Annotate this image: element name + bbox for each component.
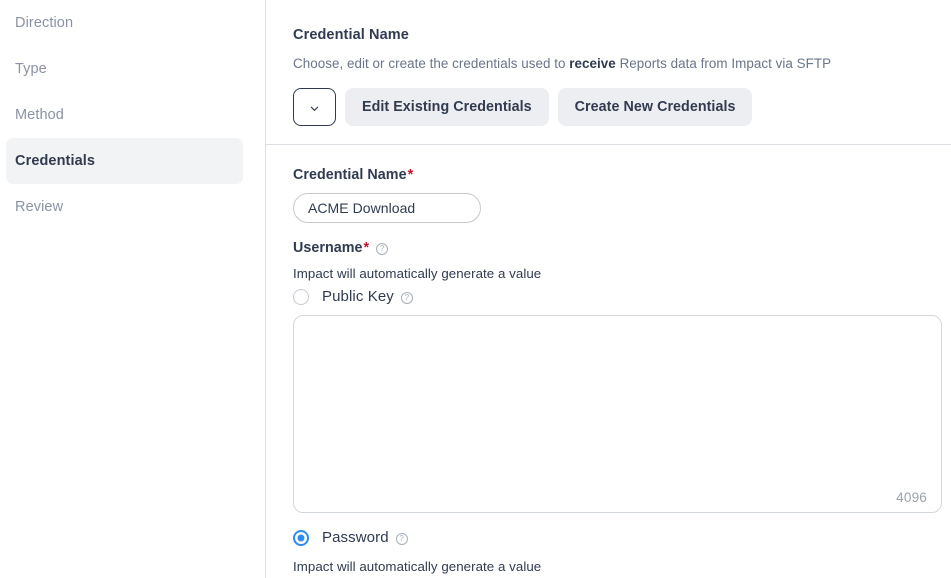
chevron-down-icon — [309, 102, 320, 113]
wizard-step-list: Direction Type Method Credentials Review — [0, 0, 265, 230]
sidebar-item-label: Direction — [15, 15, 74, 31]
sidebar-item-direction[interactable]: Direction — [6, 0, 243, 46]
help-circle-icon[interactable]: ? — [400, 291, 413, 304]
password-radio[interactable] — [293, 529, 309, 546]
credential-name-input[interactable] — [293, 193, 481, 224]
help-circle-icon[interactable]: ? — [395, 532, 408, 545]
public-key-textarea[interactable] — [293, 315, 942, 514]
password-helper-text: Impact will automatically generate a val… — [293, 559, 542, 575]
credential-dropdown-button[interactable] — [293, 88, 336, 127]
sidebar-item-label: Credentials — [15, 153, 96, 169]
public-key-label-text: Public Key — [322, 288, 394, 306]
public-key-radio[interactable] — [293, 288, 309, 305]
sidebar-item-review[interactable]: Review — [6, 184, 243, 230]
sidebar-item-label: Type — [15, 61, 47, 77]
credential-form: Credential Name* Username* ? Impact will… — [266, 145, 951, 574]
username-label: Username * ? — [293, 240, 951, 256]
create-new-credentials-button[interactable]: Create New Credentials — [557, 88, 753, 127]
public-key-option-row[interactable]: Public Key ? — [293, 288, 951, 305]
required-asterisk: * — [363, 240, 370, 257]
sidebar-item-type[interactable]: Type — [6, 46, 243, 92]
edit-existing-credentials-button[interactable]: Edit Existing Credentials — [345, 88, 549, 127]
sidebar-item-label: Review — [15, 199, 64, 215]
username-helper-text: Impact will automatically generate a val… — [293, 266, 542, 282]
credential-name-label-text: Credential Name — [293, 167, 407, 184]
sidebar-item-label: Method — [15, 107, 64, 123]
password-label: Password ? — [322, 529, 408, 546]
description-text-after: Reports data from Impact via SFTP — [615, 56, 832, 71]
password-option-row[interactable]: Password ? — [293, 529, 951, 546]
public-key-label: Public Key ? — [322, 288, 413, 305]
section-description: Choose, edit or create the credentials u… — [293, 55, 951, 72]
credential-actions-toolbar: Edit Existing Credentials Create New Cre… — [293, 88, 951, 127]
password-label-text: Password — [322, 529, 389, 547]
credentials-wizard-screen: Direction Type Method Credentials Review… — [0, 0, 951, 578]
username-label-text: Username — [293, 240, 363, 257]
credentials-main-panel: Credential Name Choose, edit or create t… — [266, 0, 951, 578]
help-circle-icon[interactable]: ? — [376, 243, 389, 256]
required-asterisk: * — [407, 167, 414, 184]
description-text-before: Choose, edit or create the credentials u… — [293, 56, 570, 71]
credential-name-label: Credential Name * — [293, 167, 951, 183]
page-title: Credential Name — [293, 27, 409, 43]
sidebar-item-credentials[interactable]: Credentials — [6, 138, 243, 184]
public-key-textarea-wrapper: 4096 — [293, 315, 942, 514]
sidebar-item-method[interactable]: Method — [6, 92, 243, 138]
description-emphasis: receive — [569, 56, 616, 71]
credential-select-section: Credential Name Choose, edit or create t… — [266, 0, 951, 127]
wizard-step-sidebar: Direction Type Method Credentials Review — [0, 0, 266, 578]
